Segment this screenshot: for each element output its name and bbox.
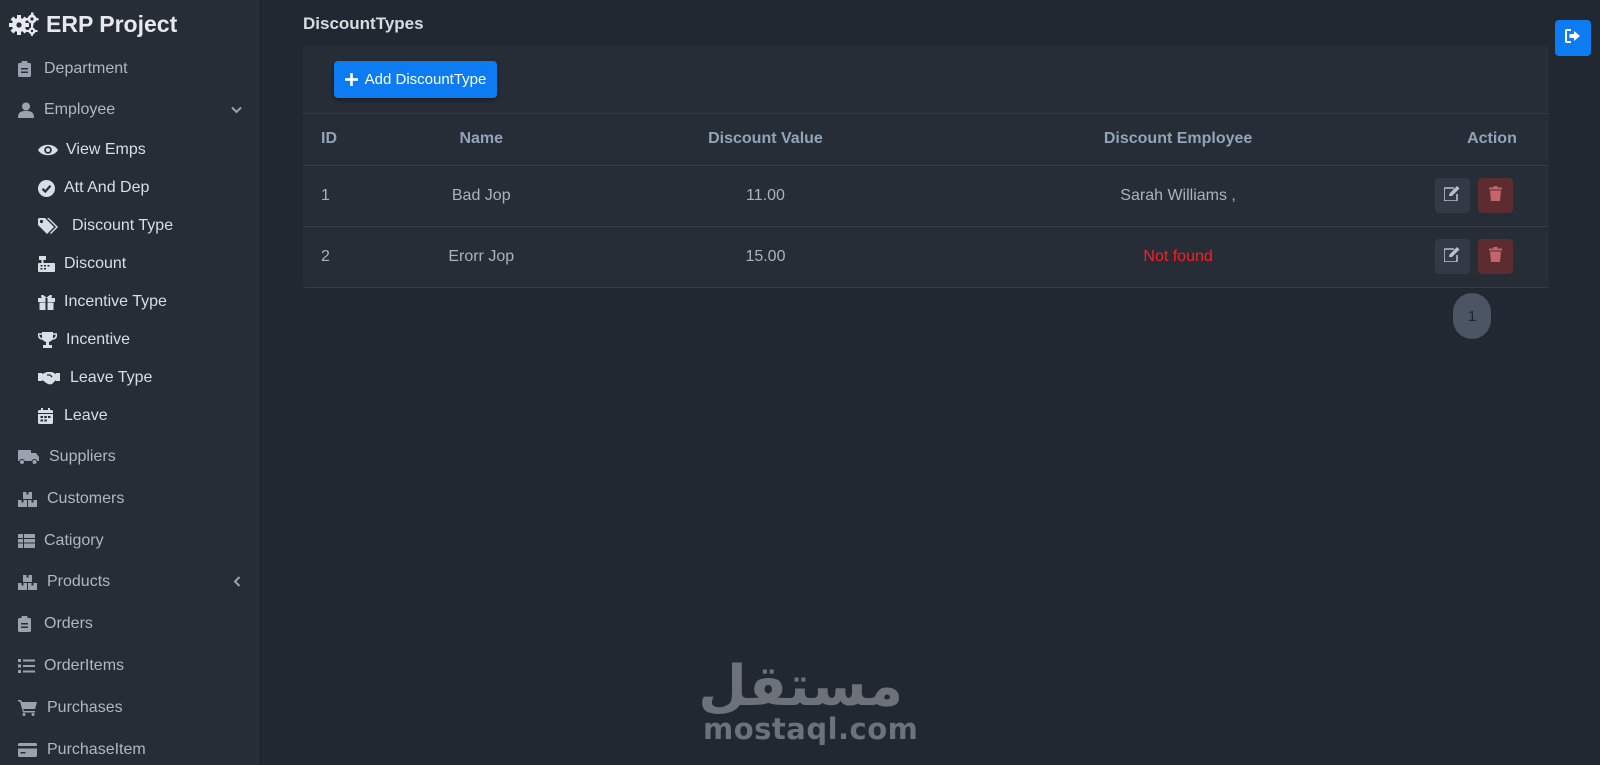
cell-actions [1434,226,1549,288]
sidebar-item-incentive[interactable]: Incentive [38,329,130,351]
boxes-icon [18,491,41,507]
calendar-icon [38,408,58,424]
clipboard-icon [18,61,38,77]
sidebar-item-orders[interactable]: Orders [18,613,93,635]
add-button-label: Add DiscountType [364,71,487,88]
table-row: 1 Bad Jop 11.00 Sarah Williams , [303,165,1549,227]
user-icon [18,102,38,118]
sidebar-item-label: View Emps [66,141,146,158]
clipboard-icon [18,616,38,632]
column-header-discount-value[interactable]: Discount Value [609,114,922,166]
handshake-icon [38,371,64,385]
add-discount-type-button[interactable]: Add DiscountType [334,61,497,98]
cell-name: Erorr Jop [352,226,610,288]
sidebar-item-purchaseitem[interactable]: PurchaseItem [18,739,146,761]
sidebar-item-label: Products [47,573,111,590]
boxes-icon [18,574,41,590]
cell-id: 1 [303,165,353,227]
sidebar-item-view-emps[interactable]: View Emps [38,139,146,161]
cart-icon [18,700,41,716]
discount-types-table: ID Name Discount Value Discount Employee… [303,114,1549,288]
app-brand[interactable]: ERP Project [0,0,260,48]
sidebar-item-label: Purchases [47,699,123,716]
trash-icon [1489,246,1502,267]
sidebar: ERP Project Department Employee View Emp… [0,0,261,765]
plus-icon [344,70,358,90]
column-header-id[interactable]: ID [303,114,353,166]
sidebar-item-incentive-type[interactable]: Incentive Type [38,291,167,313]
sidebar-item-label: Orders [44,615,93,632]
watermark: مستقل mostaql.com [698,654,919,746]
table-header-row: ID Name Discount Value Discount Employee… [303,114,1549,166]
sidebar-item-label: Department [44,60,128,77]
sidebar-item-discount-type[interactable]: Discount Type [38,215,173,237]
sidebar-item-suppliers[interactable]: Suppliers [18,446,116,468]
eye-icon [38,143,60,157]
trash-icon [1489,185,1502,206]
column-header-discount-employee[interactable]: Discount Employee [921,114,1435,166]
sidebar-item-label: Customers [47,490,125,507]
sidebar-item-products[interactable]: Products [18,571,110,593]
delete-button[interactable] [1478,239,1513,274]
sidebar-item-leave[interactable]: Leave [38,405,108,427]
sidebar-item-label: PurchaseItem [47,741,146,758]
sidebar-item-discount[interactable]: Discount [38,253,126,275]
cell-actions [1434,165,1549,227]
gift-icon [38,294,58,310]
sidebar-item-label: Suppliers [49,448,116,465]
sign-out-icon [1565,28,1581,48]
card-header: Add DiscountType [303,46,1549,114]
sidebar-item-catigory[interactable]: Catigory [18,530,104,552]
trophy-icon [38,332,60,348]
sidebar-item-purchases[interactable]: Purchases [18,697,123,719]
check-circle-icon [38,179,58,197]
app-title: ERP Project [46,10,178,37]
edit-icon [1443,246,1461,267]
table-list-icon [18,534,38,548]
delete-button[interactable] [1478,178,1513,213]
sidebar-item-label: Employee [44,101,116,118]
cell-discount-value: 15.00 [609,226,922,288]
sidebar-item-label: Leave [64,407,108,424]
discount-types-card: Add DiscountType ID Name Discount Value … [303,46,1549,288]
gears-icon [8,12,40,36]
cash-register-icon [38,256,58,272]
sidebar-item-label: Att And Dep [64,179,150,196]
tags-icon [38,217,66,235]
credit-card-icon [18,743,41,757]
logout-button[interactable] [1555,20,1591,56]
cell-name: Bad Jop [352,165,610,227]
list-icon [18,659,38,673]
column-header-action: Action [1434,114,1549,166]
sidebar-item-label: Discount Type [72,217,174,234]
sidebar-item-label: OrderItems [44,657,125,674]
sidebar-item-leave-type[interactable]: Leave Type [38,367,152,389]
pagination-page-1[interactable]: 1 [1453,293,1491,339]
table-row: 2 Erorr Jop 15.00 Not found [303,226,1549,288]
edit-button[interactable] [1435,178,1470,213]
watermark-latin: mostaql.com [703,712,919,746]
sidebar-item-orderitems[interactable]: OrderItems [18,655,124,677]
cell-id: 2 [303,226,353,288]
sidebar-item-label: Incentive Type [64,293,167,310]
sidebar-item-employee[interactable]: Employee [18,99,115,121]
chevron-left-icon[interactable] [233,576,241,590]
sidebar-item-label: Catigory [44,532,104,549]
sidebar-item-customers[interactable]: Customers [18,488,124,510]
cell-discount-employee: Sarah Williams , [921,165,1435,227]
chevron-down-icon[interactable] [231,103,242,117]
sidebar-item-department[interactable]: Department [18,58,128,80]
truck-icon [18,449,43,465]
page-title: DiscountTypes [303,14,424,33]
column-header-name[interactable]: Name [352,114,610,166]
watermark-arabic: مستقل [698,654,903,719]
cell-discount-value: 11.00 [609,165,922,227]
sidebar-item-att-and-dep[interactable]: Att And Dep [38,177,149,199]
sidebar-item-label: Leave Type [70,369,153,386]
cell-discount-employee: Not found [921,226,1435,288]
sidebar-item-label: Incentive [66,331,131,348]
sidebar-item-label: Discount [64,255,127,272]
edit-button[interactable] [1435,239,1470,274]
edit-icon [1443,185,1461,206]
